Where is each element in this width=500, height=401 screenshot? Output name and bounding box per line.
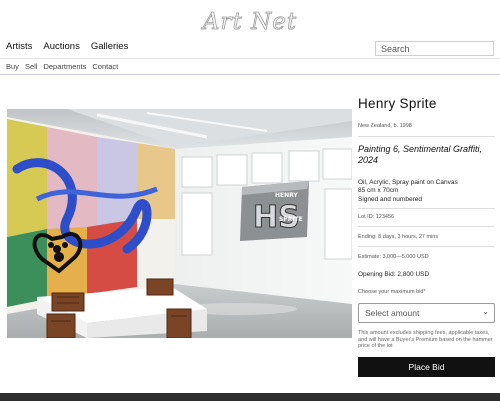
- auction-ending: Ending: 8 days, 3 hours, 27 mins: [358, 234, 439, 240]
- estimate: Estimate: 3,000—5,000 USD: [358, 254, 429, 260]
- artist-name[interactable]: Henry Sprite: [358, 96, 437, 111]
- divider: [358, 246, 495, 247]
- opening-bid: Opening Bid: 2,800 USD: [358, 271, 430, 278]
- choose-bid-label: Choose your maximum bid*: [358, 289, 426, 295]
- artwork-signed: Signed and numbered: [358, 196, 422, 203]
- nav-auctions[interactable]: Auctions: [43, 41, 79, 52]
- main-nav: Artists Auctions Galleries: [6, 41, 128, 52]
- artist-origin: New Zealand, b. 1998: [358, 123, 412, 129]
- nav-artists[interactable]: Artists: [6, 41, 32, 52]
- header-divider: [0, 58, 500, 59]
- subnav-divider: [0, 74, 500, 75]
- artwork-image: HS HENRY SPRITE: [7, 109, 352, 338]
- logo-text-top: HENRY: [275, 192, 298, 199]
- lot-id: Lot ID: 123456: [358, 214, 395, 220]
- henry-sprite-logo: HS HENRY SPRITE: [240, 181, 309, 241]
- nav-galleries[interactable]: Galleries: [91, 41, 129, 52]
- divider: [358, 208, 495, 209]
- artwork-dimensions: 85 cm x 70cm: [358, 187, 399, 194]
- artwork-title: Painting 6, Sentimental Graffiti, 2024: [358, 144, 483, 165]
- bid-amount-select[interactable]: Select amount ⌄: [358, 303, 495, 323]
- divider: [358, 226, 495, 227]
- artwork-medium: Oil, Acrylic, Spray paint on Canvas: [358, 179, 458, 186]
- divider: [358, 136, 495, 137]
- logo-text-bottom: SPRITE: [279, 216, 303, 223]
- sub-nav: Buy Sell Departments Contact: [6, 62, 118, 71]
- chevron-down-icon: ⌄: [482, 307, 489, 316]
- subnav-contact[interactable]: Contact: [92, 62, 118, 71]
- place-bid-button[interactable]: Place Bid: [358, 357, 495, 377]
- artnet-logo[interactable]: Art Net: [0, 9, 500, 36]
- footer-bar: [0, 393, 500, 401]
- subnav-sell[interactable]: Sell: [25, 62, 38, 71]
- search-input[interactable]: [375, 41, 494, 56]
- subnav-departments[interactable]: Departments: [43, 62, 86, 71]
- select-placeholder: Select amount: [365, 308, 420, 318]
- subnav-buy[interactable]: Buy: [6, 62, 19, 71]
- bid-disclaimer: This amount excludes shipping fees, appl…: [358, 330, 493, 349]
